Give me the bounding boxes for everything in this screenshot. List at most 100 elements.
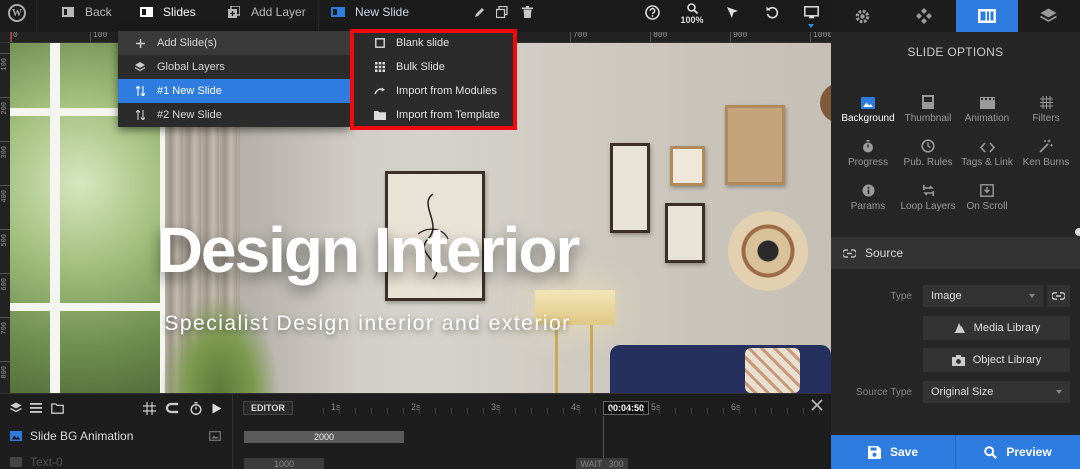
layer-label: Text-0 (30, 455, 63, 469)
slide-headline[interactable]: Design Interior (10, 213, 725, 287)
image-icon (838, 93, 898, 109)
slide-subheadline[interactable]: Specialist Design interior and exterior (10, 312, 725, 336)
global-layers-menu-item[interactable]: Global Layers (118, 55, 350, 79)
slide-2-menu-item[interactable]: #2 New Slide (118, 103, 350, 127)
panel-footer: Save Preview (831, 435, 1080, 469)
save-button[interactable]: Save (831, 435, 955, 469)
preview-button[interactable]: Preview (955, 435, 1080, 469)
timeline-minor-tick (803, 408, 804, 414)
timeline-minor-tick (419, 408, 420, 414)
undo-button[interactable] (764, 0, 780, 24)
add-layer-button[interactable]: Add Layer (226, 0, 306, 24)
timeline-minor-tick (691, 408, 692, 414)
back-label: Back (85, 5, 112, 19)
plus-icon (135, 38, 145, 48)
object-library-button[interactable]: Object Library (923, 348, 1070, 372)
zoom-control[interactable]: 100% (679, 3, 705, 25)
option-loop-layers[interactable]: Loop Layers (898, 181, 958, 212)
ruler-tick: 100 (90, 32, 107, 42)
option-ken-burns[interactable]: Ken Burns (1016, 137, 1076, 168)
type-select[interactable]: Image (923, 285, 1043, 307)
play-icon[interactable] (210, 401, 224, 415)
select-tool-button[interactable] (724, 0, 740, 24)
duplicate-slide-button[interactable] (494, 0, 510, 24)
add-slides-menu-item[interactable]: Add Slide(s) (118, 31, 350, 55)
floppy-disk-icon (867, 445, 881, 459)
help-icon (644, 4, 660, 20)
option-filters[interactable]: Filters (1016, 93, 1076, 124)
layer-settings-icon[interactable] (209, 431, 221, 441)
slides-button[interactable]: Slides (138, 0, 196, 24)
layer-label: Slide BG Animation (30, 429, 134, 443)
bulk-slide-menu-item[interactable]: Bulk Slide (352, 55, 514, 79)
panel-scroll-handle[interactable] (1075, 228, 1080, 236)
timeline-minor-tick (499, 408, 500, 414)
device-preview-button[interactable] (803, 0, 819, 24)
delete-slide-button[interactable] (519, 0, 535, 24)
media-library-button[interactable]: Media Library (923, 316, 1070, 340)
link-toggle-button[interactable] (1047, 285, 1070, 307)
timer-icon (838, 137, 898, 153)
timeline-minor-tick (355, 408, 356, 414)
editor-mode-button[interactable]: EDITOR (243, 401, 293, 415)
source-section-header[interactable]: Source (831, 237, 1080, 269)
wand-icon (1016, 137, 1076, 153)
slides-dropdown-menu: Add Slide(s) Global Layers #1 New Slide … (118, 31, 350, 127)
layers-icon (1040, 8, 1058, 22)
option-progress[interactable]: Progress (838, 137, 898, 168)
ruler-tick: 600 (0, 273, 10, 313)
download-icon (957, 181, 1017, 197)
tab-module-settings[interactable] (831, 0, 893, 32)
help-button[interactable] (644, 0, 660, 24)
ruler-tick: 400 (0, 185, 10, 225)
option-thumbnail[interactable]: Thumbnail (898, 93, 958, 124)
option-pub-rules[interactable]: Pub. Rules (898, 137, 958, 168)
timeline-layer-row[interactable]: Slide BG Animation (0, 423, 233, 449)
option-animation[interactable]: Animation (957, 93, 1017, 124)
layers-stack-icon[interactable] (9, 401, 23, 415)
option-background[interactable]: Background (838, 93, 898, 124)
panel-tabs (831, 0, 1080, 32)
option-tags-link[interactable]: Tags & Link (957, 137, 1017, 168)
tab-slide-options[interactable] (955, 0, 1018, 32)
stopwatch-icon[interactable] (189, 401, 203, 415)
import-template-menu-item[interactable]: Import from Template (352, 103, 514, 127)
woven-art-frame (725, 105, 785, 185)
code-icon (957, 137, 1017, 153)
current-slide-selector[interactable]: New Slide (330, 0, 409, 24)
option-params[interactable]: Params (838, 181, 898, 212)
source-type-select[interactable]: Original Size (923, 381, 1070, 403)
tab-navigation[interactable] (893, 0, 955, 32)
option-on-scroll[interactable]: On Scroll (957, 181, 1017, 212)
grid-snap-icon[interactable] (142, 401, 156, 415)
wordpress-logo-icon[interactable]: W (8, 4, 26, 22)
magnet-icon[interactable] (165, 401, 179, 415)
import-modules-menu-item[interactable]: Import from Modules (352, 79, 514, 103)
close-timeline-icon[interactable] (811, 399, 823, 411)
animation-bar[interactable]: 2000 (244, 431, 404, 443)
menu-item-label: #2 New Slide (157, 109, 222, 121)
timeline-layer-row[interactable]: Text-0 (0, 449, 233, 469)
list-icon[interactable] (29, 401, 43, 415)
thumbnail-icon (898, 93, 958, 109)
wait-bar[interactable]: WAIT 300 (576, 458, 628, 469)
slide-1-menu-item[interactable]: #1 New Slide (118, 79, 350, 103)
rename-slide-button[interactable] (472, 0, 488, 24)
timeline-layers-column: Slide BG Animation Text-0 (0, 394, 233, 469)
tab-layers[interactable] (1018, 0, 1080, 32)
back-button[interactable]: Back (60, 0, 112, 24)
timeline-minor-tick (579, 408, 580, 414)
timeline-minor-tick (387, 408, 388, 414)
pencil-icon (472, 4, 488, 20)
animation-bar[interactable]: 1000 (244, 458, 324, 469)
type-label: Type (890, 291, 912, 302)
gamepad-icon (916, 8, 933, 24)
folder-outline-icon[interactable] (50, 401, 64, 415)
cursor-arrow-icon (724, 4, 740, 20)
timeline-ruler[interactable]: EDITOR 00:04:50 1s2s3s4s5s6s (233, 394, 831, 469)
ruler-tick: 900 (730, 32, 747, 42)
add-layer-label: Add Layer (251, 5, 306, 19)
object-library-label: Object Library (972, 354, 1042, 366)
blank-slide-menu-item[interactable]: Blank slide (352, 31, 514, 55)
option-label: Pub. Rules (903, 157, 953, 168)
